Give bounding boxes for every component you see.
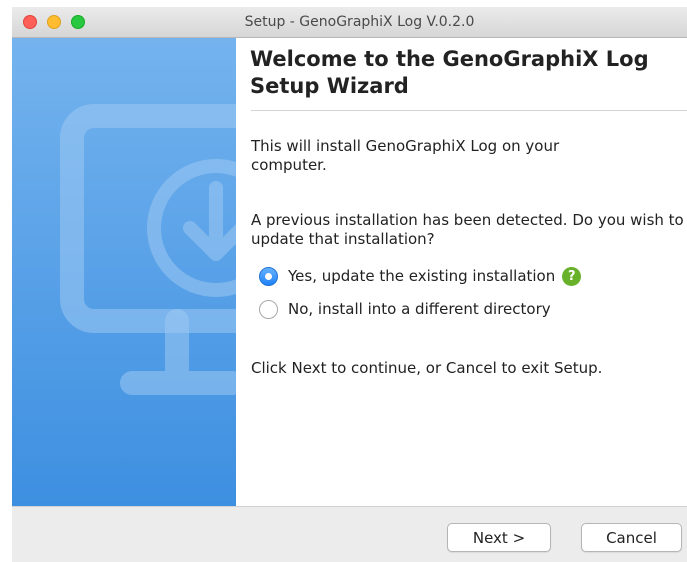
cancel-button[interactable]: Cancel — [581, 523, 682, 552]
continue-text: Click Next to continue, or Cancel to exi… — [251, 359, 603, 377]
window-title: Setup - GenoGraphiX Log V.0.2.0 — [244, 14, 475, 30]
option-update-existing-label[interactable]: Yes, update the existing installation — [288, 267, 555, 285]
title-bar: Setup - GenoGraphiX Log V.0.2.0 — [12, 7, 687, 38]
option-install-different-label[interactable]: No, install into a different directory — [288, 300, 551, 318]
page-heading: Welcome to the GenoGraphiX Log Setup Wiz… — [250, 47, 649, 98]
intro-text: This will install GenoGraphiX Log on you… — [251, 137, 560, 174]
monitor-download-icon — [60, 104, 236, 395]
radio-update-existing[interactable] — [259, 266, 278, 286]
radio-install-different[interactable] — [259, 299, 278, 319]
question-circle-icon[interactable]: ? — [562, 266, 582, 286]
wizard-sidebar — [12, 38, 236, 506]
wizard-content: Welcome to the GenoGraphiX Log Setup Wiz… — [236, 38, 687, 506]
next-button[interactable]: Next > — [447, 523, 551, 552]
setup-window: Setup - GenoGraphiX Log V.0.2.0 Welcome … — [12, 7, 687, 562]
option-install-different[interactable]: No, install into a different directory — [259, 298, 551, 320]
heading-divider — [251, 110, 687, 111]
previous-installation-text: A previous installation has been detecte… — [251, 211, 684, 248]
option-update-existing[interactable]: Yes, update the existing installation ? — [259, 265, 582, 287]
